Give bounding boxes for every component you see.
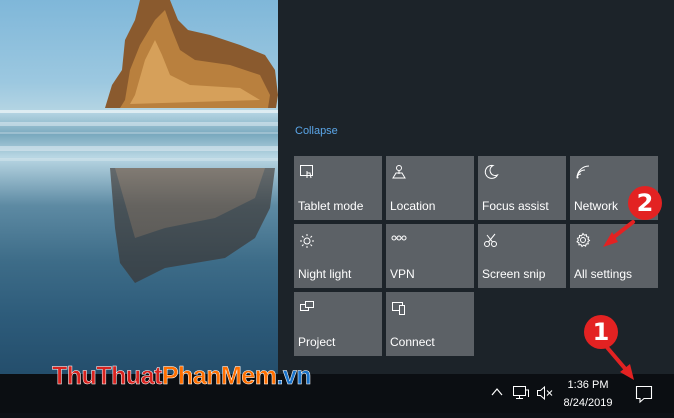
annotation-arrows	[603, 220, 635, 380]
step-1-badge: 1	[584, 315, 618, 349]
step-2-badge: 2	[628, 186, 662, 220]
